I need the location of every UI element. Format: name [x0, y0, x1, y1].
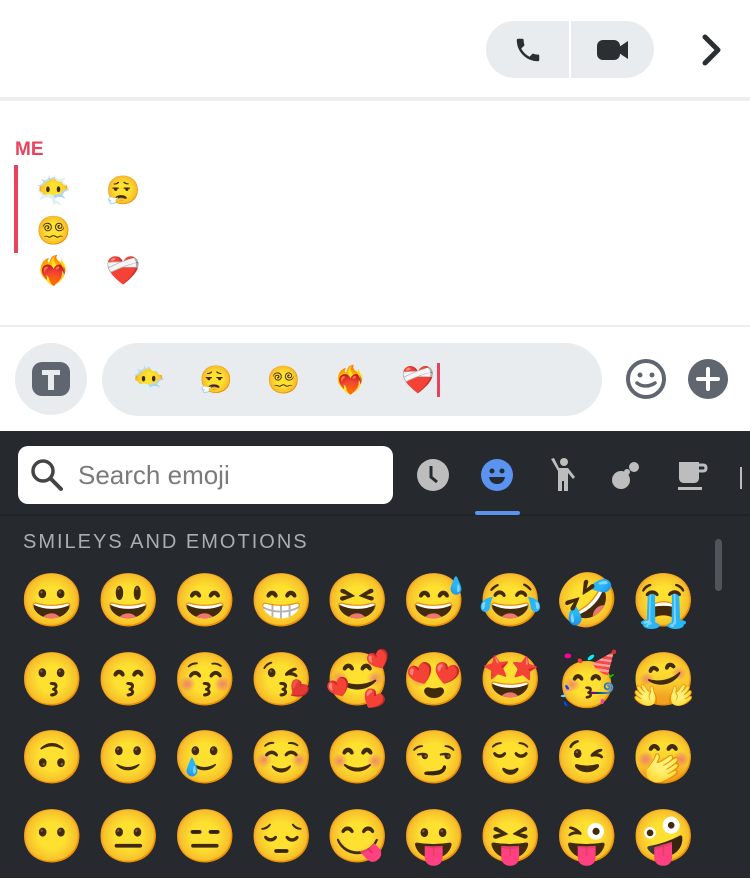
category-smileys[interactable]: [477, 455, 517, 495]
phone-icon: [513, 35, 543, 65]
emoji-key[interactable]: 🤣: [549, 566, 625, 645]
emoji-key[interactable]: 🤗: [625, 645, 701, 724]
emoji-key[interactable]: 😋: [320, 802, 396, 880]
emoji-key[interactable]: 😶: [14, 802, 90, 880]
emoji-key[interactable]: 😁: [243, 566, 319, 645]
chevron-right-icon[interactable]: [692, 30, 732, 70]
call-buttons: [486, 21, 654, 78]
person-waving-icon: [547, 457, 577, 493]
emoji-key[interactable]: 😌: [472, 723, 548, 802]
emoji-key[interactable]: 😑: [167, 802, 243, 880]
section-title: SMILEYS AND EMOTIONS: [23, 531, 309, 554]
smiley-icon: [480, 458, 514, 492]
emoji-key[interactable]: 😆: [320, 566, 396, 645]
active-category-indicator: [475, 511, 520, 515]
format-button[interactable]: [15, 343, 87, 415]
emoji-key[interactable]: 🤩: [472, 645, 548, 724]
emoji-key[interactable]: 😘: [243, 645, 319, 724]
emoji-key[interactable]: 😃: [90, 566, 166, 645]
emoji-key[interactable]: 😝: [472, 802, 548, 880]
category-divider: [740, 467, 742, 489]
emoji-key[interactable]: 😄: [167, 566, 243, 645]
emoji-key[interactable]: 😀: [14, 566, 90, 645]
emoji-key[interactable]: 🥲: [167, 723, 243, 802]
emoji-keyboard-header: [0, 431, 750, 516]
message-input-value: 😶‍🌫️ 😮‍💨 😵‍💫 ❤️‍🔥 ❤️‍🩹: [132, 364, 435, 396]
video-call-button[interactable]: [571, 21, 654, 78]
emoji-key[interactable]: 😏: [396, 723, 472, 802]
category-people[interactable]: [542, 455, 582, 495]
emoji-key[interactable]: 😗: [14, 645, 90, 724]
emoji-key[interactable]: 🙃: [14, 723, 90, 802]
emoji-key[interactable]: 🤭: [625, 723, 701, 802]
message-sender: ME: [15, 139, 44, 161]
message-text: 😶‍🌫️ 😮‍💨 😵‍💫 ❤️‍🔥 ❤️‍🩹: [36, 171, 176, 291]
coffee-cup-icon: [675, 458, 709, 492]
search-icon: [30, 458, 64, 492]
emoji-search-input[interactable]: [78, 460, 358, 491]
emoji-key[interactable]: ☺️: [243, 723, 319, 802]
emoji-key[interactable]: 😔: [243, 802, 319, 880]
category-animals-nature[interactable]: [606, 455, 646, 495]
emoji-key[interactable]: 😊: [320, 723, 396, 802]
emoji-key[interactable]: 😉: [549, 723, 625, 802]
emoji-key[interactable]: 😍: [396, 645, 472, 724]
flower-icon: [609, 458, 643, 492]
composer: 😶‍🌫️ 😮‍💨 😵‍💫 ❤️‍🔥 ❤️‍🩹: [0, 329, 750, 431]
message-input[interactable]: 😶‍🌫️ 😮‍💨 😵‍💫 ❤️‍🔥 ❤️‍🩹: [102, 343, 602, 416]
text-caret: [437, 363, 440, 397]
clock-icon: [416, 458, 450, 492]
emoji-grid: 😀😃😄😁😆😅😂🤣😭 😗😙😚😘🥰😍🤩🥳🤗 🙃🙂🥲☺️😊😏😌😉🤭 😶😐😑😔😋😛😝😜🤪: [14, 566, 714, 880]
emoji-key[interactable]: 😂: [472, 566, 548, 645]
emoji-search[interactable]: [18, 446, 393, 504]
emoji-key[interactable]: 🥰: [320, 645, 396, 724]
emoji-key[interactable]: 😙: [90, 645, 166, 724]
emoji-icon[interactable]: [625, 358, 667, 400]
emoji-key[interactable]: 😅: [396, 566, 472, 645]
emoji-key[interactable]: 😚: [167, 645, 243, 724]
emoji-key[interactable]: 🙂: [90, 723, 166, 802]
category-food-drink[interactable]: [672, 455, 712, 495]
message-accent-bar: [14, 165, 18, 253]
scrollbar[interactable]: [715, 539, 722, 591]
message-list: ME 😶‍🌫️ 😮‍💨 😵‍💫 ❤️‍🔥 ❤️‍🩹: [0, 105, 750, 327]
text-format-icon: [31, 360, 71, 398]
video-camera-icon: [596, 37, 630, 63]
plus-icon[interactable]: [687, 358, 729, 400]
emoji-key[interactable]: 🤪: [625, 802, 701, 880]
emoji-keyboard: SMILEYS AND EMOTIONS 😀😃😄😁😆😅😂🤣😭 😗😙😚😘🥰😍🤩🥳🤗 🙃…: [0, 431, 750, 878]
category-recent[interactable]: [413, 455, 453, 495]
voice-call-button[interactable]: [486, 21, 571, 78]
emoji-key[interactable]: 😐: [90, 802, 166, 880]
chat-header: [0, 0, 750, 101]
emoji-key[interactable]: 😜: [549, 802, 625, 880]
emoji-key[interactable]: 😛: [396, 802, 472, 880]
emoji-key[interactable]: 🥳: [549, 645, 625, 724]
emoji-key[interactable]: 😭: [625, 566, 701, 645]
